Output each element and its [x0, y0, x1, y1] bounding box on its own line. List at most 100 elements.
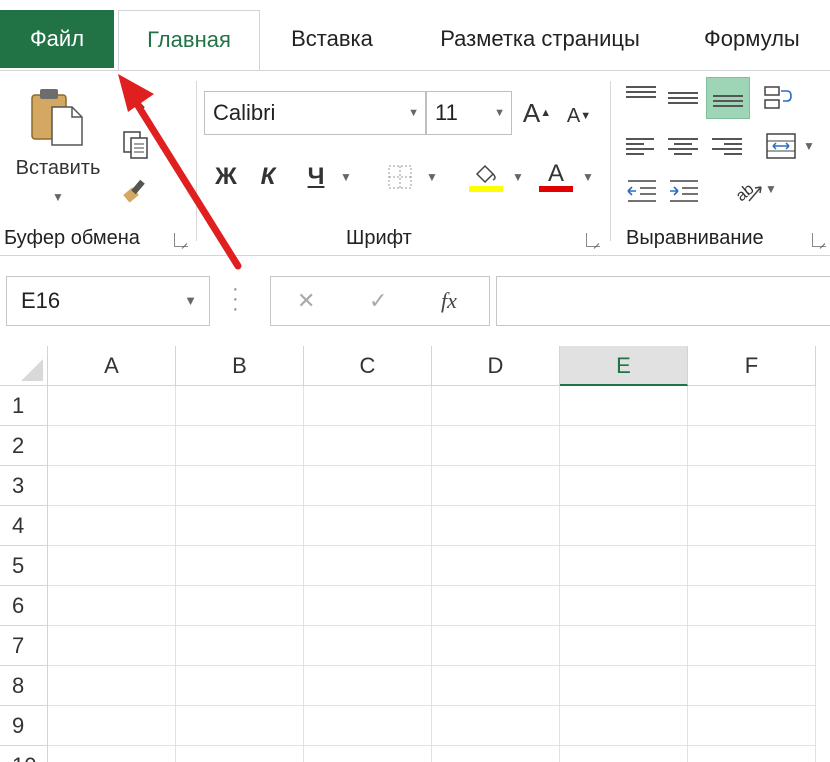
merge-center-button[interactable]: ▼ [760, 129, 820, 163]
clipboard-launcher-icon[interactable] [174, 233, 188, 247]
cell-a2[interactable] [48, 426, 176, 466]
row-header-8[interactable]: 8 [0, 666, 48, 706]
cell-a8[interactable] [48, 666, 176, 706]
align-right-icon[interactable] [712, 135, 742, 161]
cell-a6[interactable] [48, 586, 176, 626]
font-launcher-icon[interactable] [586, 233, 600, 247]
name-box[interactable]: E16 ▼ [6, 276, 210, 326]
cell-a5[interactable] [48, 546, 176, 586]
font-name-dropdown[interactable]: Calibri ▼ [204, 91, 426, 135]
cell-d4[interactable] [432, 506, 560, 546]
cell-a7[interactable] [48, 626, 176, 666]
cell-f3[interactable] [688, 466, 816, 506]
cell-e6[interactable] [560, 586, 688, 626]
enter-icon[interactable]: ✓ [369, 277, 387, 325]
cell-a10[interactable] [48, 746, 176, 762]
borders-dropdown[interactable]: ▼ [422, 159, 442, 195]
cell-d9[interactable] [432, 706, 560, 746]
increase-indent-button[interactable] [664, 175, 704, 207]
cell-e7[interactable] [560, 626, 688, 666]
orientation-button[interactable]: ab ▼ [726, 171, 782, 207]
cell-b3[interactable] [176, 466, 304, 506]
cell-a1[interactable] [48, 386, 176, 426]
column-header-b[interactable]: B [176, 346, 304, 386]
copy-button[interactable]: ▼ [114, 127, 174, 163]
underline-dropdown[interactable]: ▼ [336, 159, 356, 195]
font-color-dropdown[interactable]: ▼ [578, 159, 598, 195]
grow-font-button[interactable]: A ▲ [520, 95, 554, 131]
cell-d1[interactable] [432, 386, 560, 426]
row-header-9[interactable]: 9 [0, 706, 48, 746]
cell-b5[interactable] [176, 546, 304, 586]
cell-e5[interactable] [560, 546, 688, 586]
cell-b10[interactable] [176, 746, 304, 762]
cancel-icon[interactable]: ✕ [297, 277, 315, 325]
tab-home[interactable]: Главная [118, 10, 260, 72]
row-header-7[interactable]: 7 [0, 626, 48, 666]
row-header-5[interactable]: 5 [0, 546, 48, 586]
shrink-font-button[interactable]: A ▼ [562, 99, 596, 133]
cell-f8[interactable] [688, 666, 816, 706]
cell-c9[interactable] [304, 706, 432, 746]
cell-d7[interactable] [432, 626, 560, 666]
cell-d2[interactable] [432, 426, 560, 466]
column-header-f[interactable]: F [688, 346, 816, 386]
cell-b1[interactable] [176, 386, 304, 426]
cell-f10[interactable] [688, 746, 816, 762]
cell-a3[interactable] [48, 466, 176, 506]
cell-b7[interactable] [176, 626, 304, 666]
cell-f4[interactable] [688, 506, 816, 546]
tab-file[interactable]: Файл [0, 10, 114, 68]
cell-c3[interactable] [304, 466, 432, 506]
cell-c5[interactable] [304, 546, 432, 586]
bold-button[interactable]: Ж [206, 159, 246, 195]
cell-d6[interactable] [432, 586, 560, 626]
formula-input[interactable] [496, 276, 830, 326]
align-left-icon[interactable] [626, 135, 656, 161]
cell-b6[interactable] [176, 586, 304, 626]
tab-page-layout[interactable]: Разметка страницы [412, 10, 668, 68]
align-center-icon[interactable] [668, 135, 698, 161]
wrap-text-button[interactable] [760, 81, 796, 115]
cell-c10[interactable] [304, 746, 432, 762]
cell-e8[interactable] [560, 666, 688, 706]
cell-f7[interactable] [688, 626, 816, 666]
cell-e2[interactable] [560, 426, 688, 466]
cell-b8[interactable] [176, 666, 304, 706]
cell-d8[interactable] [432, 666, 560, 706]
cell-c4[interactable] [304, 506, 432, 546]
format-painter-button[interactable] [116, 171, 156, 207]
row-header-10[interactable]: 10 [0, 746, 48, 762]
paste-button[interactable]: Вставить ▼ [6, 81, 110, 207]
select-all-corner[interactable] [0, 346, 48, 386]
tab-formulas[interactable]: Формулы [690, 10, 830, 68]
fill-color-button[interactable] [464, 159, 508, 195]
cell-f2[interactable] [688, 426, 816, 466]
borders-button[interactable] [380, 159, 420, 195]
italic-button[interactable]: К [250, 159, 286, 195]
cell-d3[interactable] [432, 466, 560, 506]
column-header-a[interactable]: A [48, 346, 176, 386]
column-header-e[interactable]: E [560, 346, 688, 386]
column-header-c[interactable]: C [304, 346, 432, 386]
cell-e3[interactable] [560, 466, 688, 506]
cell-b4[interactable] [176, 506, 304, 546]
cell-e9[interactable] [560, 706, 688, 746]
cell-f9[interactable] [688, 706, 816, 746]
cell-d10[interactable] [432, 746, 560, 762]
cell-c7[interactable] [304, 626, 432, 666]
row-header-4[interactable]: 4 [0, 506, 48, 546]
cell-c6[interactable] [304, 586, 432, 626]
cut-button[interactable] [116, 83, 156, 117]
fill-color-dropdown[interactable]: ▼ [508, 159, 528, 195]
cell-a9[interactable] [48, 706, 176, 746]
cell-e4[interactable] [560, 506, 688, 546]
row-header-6[interactable]: 6 [0, 586, 48, 626]
tab-insert[interactable]: Вставка [272, 10, 392, 68]
cell-e1[interactable] [560, 386, 688, 426]
row-header-3[interactable]: 3 [0, 466, 48, 506]
cell-c8[interactable] [304, 666, 432, 706]
more-options-icon[interactable]: · · · [232, 279, 239, 319]
cell-b9[interactable] [176, 706, 304, 746]
cell-f6[interactable] [688, 586, 816, 626]
